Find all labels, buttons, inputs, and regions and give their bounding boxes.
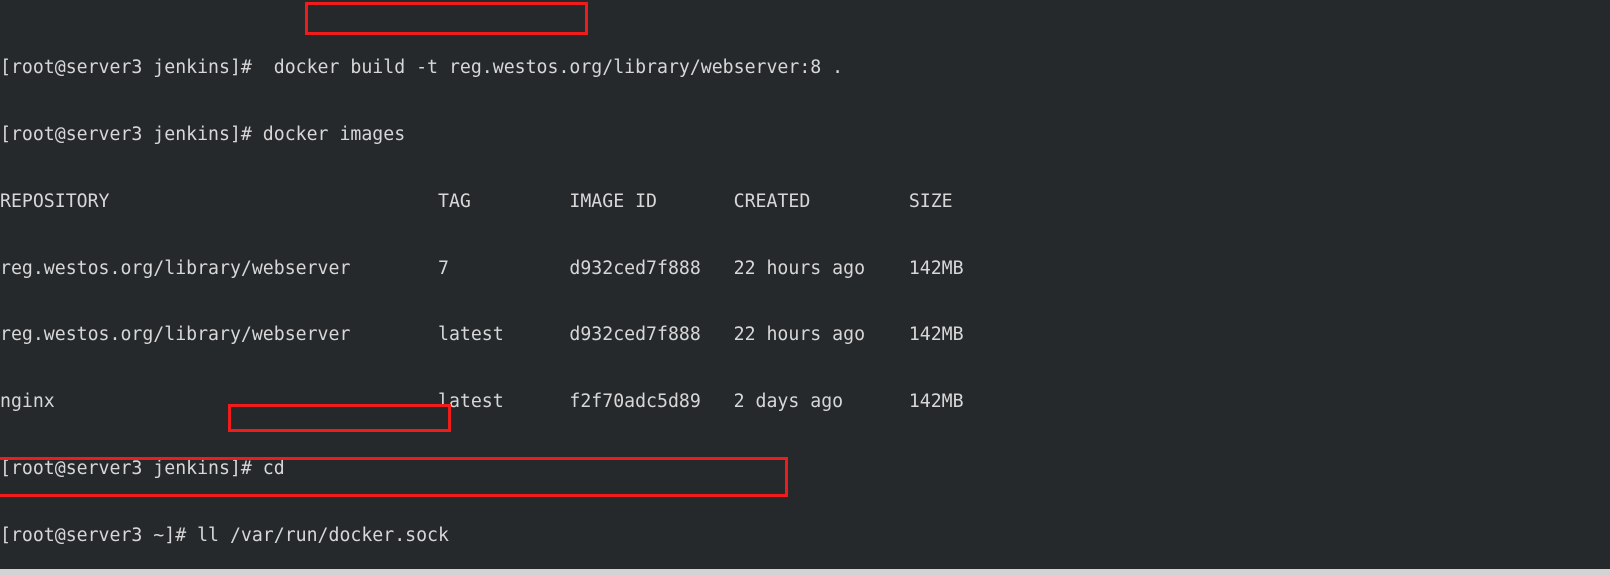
line-text: reg.westos.org/library/webserver 7 d932c… <box>0 257 964 279</box>
terminal-line: [root@server3 jenkins]# docker build -t … <box>0 57 1610 79</box>
line-text: [root@server3 jenkins]# cd <box>0 458 285 480</box>
line-text: [root@server3 jenkins]# docker images <box>0 123 406 145</box>
terminal-line: nginx latest f2f70adc5d89 2 days ago 142… <box>0 391 1610 413</box>
line-text: [root@server3 jenkins]# docker build -t … <box>0 56 844 78</box>
terminal-line: reg.westos.org/library/webserver 7 d932c… <box>0 258 1610 280</box>
line-text: [root@server3 ~]# ll /var/run/docker.soc… <box>0 525 449 547</box>
terminal-line-command: [root@server3 ~]# ll /var/run/docker.soc… <box>0 525 1610 547</box>
line-text: nginx latest f2f70adc5d89 2 days ago 142… <box>0 391 964 413</box>
line-text: REPOSITORY TAG IMAGE ID CREATED SIZE <box>0 190 953 212</box>
terminal-line-command: [root@server3 jenkins]# cd <box>0 458 1610 480</box>
window-bottom-strip <box>0 569 1610 575</box>
terminal-line-command: [root@server3 jenkins]# docker images <box>0 124 1610 146</box>
terminal-line-header: REPOSITORY TAG IMAGE ID CREATED SIZE <box>0 191 1610 213</box>
terminal-screen[interactable]: [root@server3 jenkins]# docker build -t … <box>0 0 1610 575</box>
line-text: reg.westos.org/library/webserver latest … <box>0 324 964 346</box>
terminal-line: reg.westos.org/library/webserver latest … <box>0 324 1610 346</box>
terminal-window[interactable]: [root@server3 jenkins]# docker build -t … <box>0 0 1610 575</box>
